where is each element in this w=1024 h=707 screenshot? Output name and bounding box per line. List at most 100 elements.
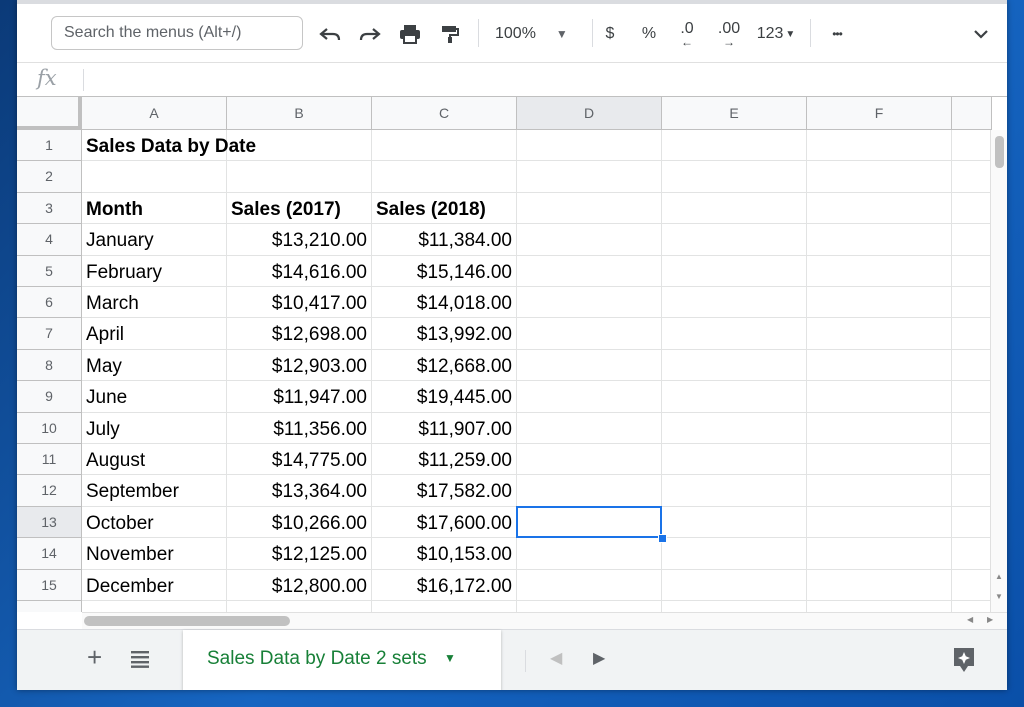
row-header[interactable]: 5: [17, 255, 82, 287]
cell[interactable]: [517, 192, 662, 225]
header-cell[interactable]: Sales (2017): [227, 192, 372, 225]
cell[interactable]: [662, 506, 807, 539]
cell[interactable]: [952, 538, 992, 570]
cell[interactable]: $11,259.00: [372, 444, 517, 476]
all-sheets-icon[interactable]: [130, 650, 150, 673]
cell[interactable]: $12,800.00: [227, 569, 372, 601]
increase-decimal-button[interactable]: .00 →: [713, 18, 745, 50]
cell[interactable]: [807, 601, 952, 612]
cell[interactable]: $10,266.00: [227, 506, 372, 539]
cell[interactable]: $16,172.00: [372, 569, 517, 601]
cell[interactable]: [807, 444, 952, 476]
row-header[interactable]: 2: [17, 161, 82, 193]
cell[interactable]: [807, 318, 952, 350]
cell[interactable]: [662, 601, 807, 612]
cell[interactable]: [952, 318, 992, 350]
cell[interactable]: [952, 130, 992, 162]
row-header[interactable]: 8: [17, 349, 82, 382]
scroll-right-icon[interactable]: ▶: [987, 615, 993, 624]
cell[interactable]: [807, 255, 952, 287]
cell[interactable]: $12,698.00: [227, 318, 372, 350]
cell[interactable]: [952, 412, 992, 444]
scroll-tabs-left-icon[interactable]: ◀: [550, 648, 562, 668]
cell[interactable]: [662, 287, 807, 319]
cell[interactable]: [662, 192, 807, 225]
cell[interactable]: $14,018.00: [372, 287, 517, 319]
row-header[interactable]: 14: [17, 538, 82, 570]
percent-format-button[interactable]: %: [637, 18, 661, 50]
cell[interactable]: [227, 130, 372, 162]
cell[interactable]: November: [82, 538, 227, 570]
cell[interactable]: [807, 130, 952, 162]
cell[interactable]: [662, 444, 807, 476]
cell[interactable]: [807, 192, 952, 225]
cell[interactable]: [807, 569, 952, 601]
cell[interactable]: $14,775.00: [227, 444, 372, 476]
cell[interactable]: [517, 381, 662, 413]
column-header-partial[interactable]: [952, 97, 992, 130]
cell[interactable]: [82, 161, 227, 193]
sheet-title-cell[interactable]: Sales Data by Date: [82, 130, 256, 162]
cell[interactable]: May: [82, 349, 227, 382]
select-all-corner[interactable]: [17, 97, 82, 130]
cell[interactable]: [662, 381, 807, 413]
cell[interactable]: [662, 349, 807, 382]
cell[interactable]: [517, 475, 662, 507]
cell[interactable]: [662, 161, 807, 193]
cell[interactable]: [517, 569, 662, 601]
horizontal-scroll-thumb[interactable]: [84, 616, 290, 626]
cell[interactable]: [952, 444, 992, 476]
cell[interactable]: December: [82, 569, 227, 601]
cell[interactable]: [952, 475, 992, 507]
cell[interactable]: $14,616.00: [227, 255, 372, 287]
cell[interactable]: [662, 412, 807, 444]
cell[interactable]: [517, 538, 662, 570]
cell[interactable]: [952, 192, 992, 225]
cell[interactable]: $13,992.00: [372, 318, 517, 350]
cell[interactable]: [952, 506, 992, 539]
cell[interactable]: April: [82, 318, 227, 350]
cell[interactable]: January: [82, 224, 227, 256]
cell[interactable]: [952, 224, 992, 256]
row-header[interactable]: [17, 601, 82, 612]
column-header-a[interactable]: A: [82, 97, 227, 130]
cell[interactable]: [227, 601, 372, 612]
cell[interactable]: $12,125.00: [227, 538, 372, 570]
cell[interactable]: [517, 444, 662, 476]
cell[interactable]: [517, 601, 662, 612]
row-header[interactable]: 1: [17, 130, 82, 162]
row-header[interactable]: 10: [17, 412, 82, 444]
cell[interactable]: [517, 349, 662, 382]
cell[interactable]: [517, 224, 662, 256]
cell[interactable]: [952, 381, 992, 413]
cell[interactable]: [807, 224, 952, 256]
cell[interactable]: August: [82, 444, 227, 476]
row-header[interactable]: 7: [17, 318, 82, 350]
cell[interactable]: [82, 601, 227, 612]
scroll-tabs-right-icon[interactable]: ▶: [593, 648, 605, 668]
formula-input[interactable]: [91, 67, 991, 93]
cell[interactable]: [952, 287, 992, 319]
row-header[interactable]: 4: [17, 224, 82, 256]
explore-icon[interactable]: [951, 646, 977, 679]
cell[interactable]: $13,210.00: [227, 224, 372, 256]
header-cell[interactable]: Sales (2018): [372, 192, 517, 225]
add-sheet-icon[interactable]: +: [87, 642, 102, 673]
cell[interactable]: [807, 475, 952, 507]
cell[interactable]: $15,146.00: [372, 255, 517, 287]
cell[interactable]: [952, 255, 992, 287]
search-menus-input[interactable]: Search the menus (Alt+/): [51, 16, 303, 50]
row-header[interactable]: 9: [17, 381, 82, 413]
cell[interactable]: [517, 412, 662, 444]
zoom-select[interactable]: 100% ▼: [495, 18, 587, 50]
row-header[interactable]: 3: [17, 192, 82, 225]
currency-format-button[interactable]: $: [599, 18, 621, 50]
fill-handle[interactable]: [658, 534, 667, 544]
cell[interactable]: $13,364.00: [227, 475, 372, 507]
cell[interactable]: [517, 318, 662, 350]
cell[interactable]: September: [82, 475, 227, 507]
cell[interactable]: [372, 130, 517, 162]
scroll-up-icon[interactable]: ▲: [995, 572, 1003, 581]
collapse-toolbar-icon[interactable]: [969, 18, 993, 50]
row-header[interactable]: 15: [17, 569, 82, 601]
